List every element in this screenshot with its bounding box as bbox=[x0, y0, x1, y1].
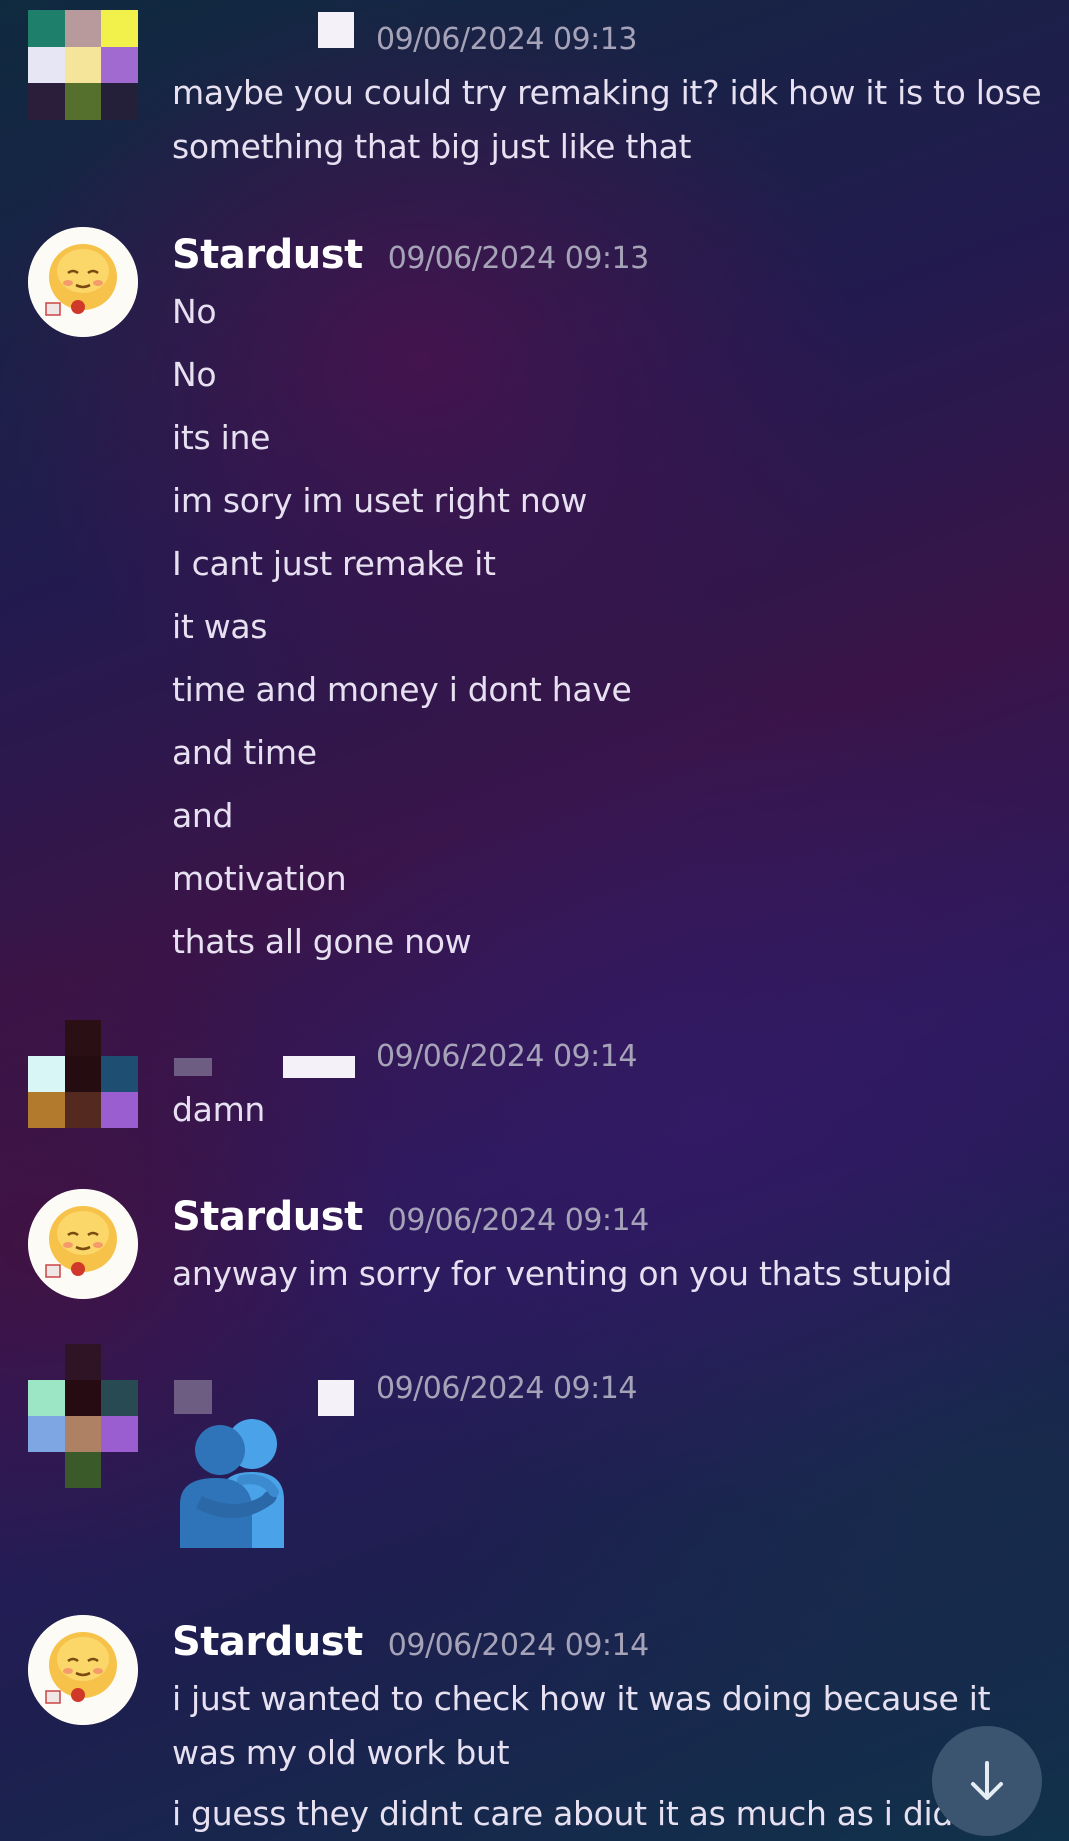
blob-character-icon bbox=[28, 1615, 138, 1725]
avatar[interactable] bbox=[28, 1189, 138, 1299]
username[interactable]: Stardust bbox=[172, 232, 363, 278]
avatar[interactable] bbox=[28, 227, 138, 337]
message-timestamp: 09/06/2024 09:14 bbox=[376, 1039, 637, 1074]
message-header: Stardust 09/06/2024 09:14 bbox=[172, 1619, 649, 1665]
message-header: Stardust 09/06/2024 09:13 bbox=[172, 232, 649, 278]
message-text: im sory im uset right now bbox=[172, 481, 588, 520]
blob-character-icon bbox=[28, 1189, 138, 1299]
avatar[interactable] bbox=[28, 1020, 138, 1128]
message-text: I cant just remake it bbox=[172, 544, 496, 583]
redacted-username bbox=[318, 12, 354, 48]
message-text: and bbox=[172, 796, 234, 835]
message-text: damn bbox=[172, 1090, 266, 1129]
message-text: i just wanted to check how it was doing … bbox=[172, 1679, 991, 1718]
blob-character-icon bbox=[28, 227, 138, 337]
message-text: No bbox=[172, 292, 217, 331]
message-timestamp: 09/06/2024 09:14 bbox=[387, 1203, 649, 1238]
avatar[interactable] bbox=[28, 10, 138, 120]
message-text: and time bbox=[172, 733, 317, 772]
message-text: maybe you could try remaking it? idk how… bbox=[172, 73, 1042, 112]
redacted-username bbox=[174, 1380, 212, 1414]
jump-to-bottom-button[interactable] bbox=[932, 1726, 1042, 1836]
message-text: was my old work but bbox=[172, 1733, 510, 1772]
redacted-username bbox=[318, 1380, 354, 1416]
message-text: i guess they didnt care about it as much… bbox=[172, 1794, 954, 1833]
username[interactable]: Stardust bbox=[172, 1194, 363, 1240]
message-timestamp: 09/06/2024 09:13 bbox=[387, 241, 649, 276]
avatar[interactable] bbox=[28, 1615, 138, 1725]
message-text: time and money i dont have bbox=[172, 670, 632, 709]
redacted-username bbox=[283, 1056, 355, 1078]
message-text: something that big just like that bbox=[172, 127, 692, 166]
people-hugging-emoji[interactable] bbox=[176, 1412, 296, 1548]
redacted-username bbox=[174, 1058, 212, 1076]
message-text: No bbox=[172, 355, 217, 394]
avatar[interactable] bbox=[28, 1344, 138, 1488]
message-timestamp: 09/06/2024 09:14 bbox=[387, 1628, 649, 1663]
message-timestamp: 09/06/2024 09:13 bbox=[376, 22, 637, 57]
username[interactable]: Stardust bbox=[172, 1619, 363, 1665]
message-text: motivation bbox=[172, 859, 347, 898]
message-text: it was bbox=[172, 607, 268, 646]
message-text: thats all gone now bbox=[172, 922, 472, 961]
message-timestamp: 09/06/2024 09:14 bbox=[376, 1371, 637, 1406]
arrow-down-icon bbox=[971, 1761, 1003, 1800]
message-text: anyway im sorry for venting on you thats… bbox=[172, 1254, 953, 1293]
message-header: Stardust 09/06/2024 09:14 bbox=[172, 1194, 649, 1240]
message-text: its ine bbox=[172, 418, 271, 457]
